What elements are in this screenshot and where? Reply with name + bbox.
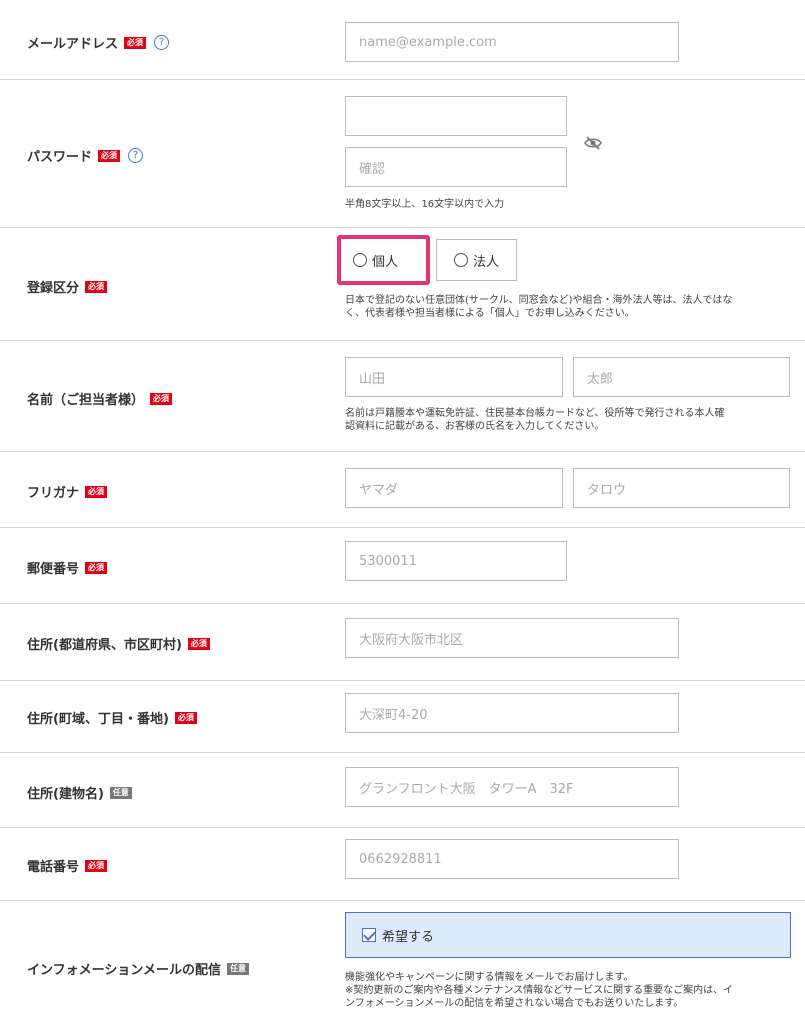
postal-code-input[interactable]: 5300011	[345, 541, 567, 581]
required-badge: 必須	[187, 637, 210, 650]
name-label: 名前（ご担当者様） 必須	[27, 389, 173, 408]
row-phone: 電話番号 必須 0662928811	[0, 828, 805, 901]
first-name-input[interactable]: 太郎	[573, 357, 790, 397]
radio-circle-icon	[454, 253, 468, 267]
checkbox-checked-icon	[362, 928, 376, 942]
row-password: パスワード 必須 ? 確認 半角8文字以上、16文字以内で入力	[0, 80, 805, 228]
row-address-street: 住所(町域、丁目・番地) 必須 大深町4-20	[0, 681, 805, 753]
address-building-input[interactable]: グランフロント大阪 タワーA 32F	[345, 767, 679, 807]
required-badge: 必須	[124, 36, 147, 49]
name-note: 名前は戸籍謄本や運転免許証、住民基本台帳カードなど、役所等で発行される本人確 認…	[345, 408, 725, 432]
row-address-prefecture: 住所(都道府県、市区町村) 必須 大阪府大阪市北区	[0, 604, 805, 681]
help-icon[interactable]: ?	[154, 35, 170, 50]
furigana-first-input[interactable]: タロウ	[573, 468, 790, 508]
postal-label: 郵便番号 必須	[27, 558, 108, 577]
radio-corporation[interactable]: 法人	[436, 239, 517, 281]
required-badge: 必須	[85, 280, 108, 293]
row-address-building: 住所(建物名) 任意 グランフロント大阪 タワーA 32F	[0, 753, 805, 828]
furigana-label: フリガナ 必須	[27, 482, 108, 501]
required-badge: 必須	[174, 711, 197, 724]
email-input[interactable]: name@example.com	[345, 22, 679, 62]
newsletter-checkbox[interactable]: 希望する	[345, 912, 791, 958]
radio-circle-icon	[353, 253, 367, 267]
password-confirm-input[interactable]: 確認	[345, 147, 567, 187]
email-label: メールアドレス 必須 ?	[27, 33, 170, 52]
row-postal: 郵便番号 必須 5300011	[0, 528, 805, 604]
optional-badge: 任意	[226, 962, 249, 975]
required-badge: 必須	[85, 561, 108, 574]
phone-input[interactable]: 0662928811	[345, 839, 679, 879]
help-icon[interactable]: ?	[128, 148, 144, 163]
optional-badge: 任意	[109, 786, 132, 799]
newsletter-label: インフォメーションメールの配信 任意	[27, 959, 249, 978]
eye-slash-icon[interactable]	[584, 136, 602, 150]
required-badge: 必須	[85, 485, 108, 498]
required-badge: 必須	[98, 149, 121, 162]
registration-note: 日本で登記のない任意団体(サークル、同窓会など)や組合・海外法人等は、法人ではな…	[345, 295, 733, 319]
row-name: 名前（ご担当者様） 必須 山田 太郎 名前は戸籍謄本や運転免許証、住民基本台帳カ…	[0, 341, 805, 452]
phone-label: 電話番号 必須	[27, 856, 108, 875]
row-furigana: フリガナ 必須 ヤマダ タロウ	[0, 452, 805, 528]
newsletter-note: 機能強化やキャンペーンに関する情報をメールでお届けします。 ※契約更新のご案内や…	[345, 972, 734, 1009]
radio-individual[interactable]: 個人	[337, 235, 430, 285]
required-badge: 必須	[85, 859, 108, 872]
row-email: メールアドレス 必須 ? name@example.com	[0, 0, 805, 80]
registration-form: メールアドレス 必須 ? name@example.com パスワード 必須 ?…	[0, 0, 805, 1024]
address-prefecture-input[interactable]: 大阪府大阪市北区	[345, 618, 679, 658]
furigana-last-input[interactable]: ヤマダ	[345, 468, 563, 508]
password-label: パスワード 必須 ?	[27, 146, 144, 165]
address-building-label: 住所(建物名) 任意	[27, 783, 132, 802]
registration-label: 登録区分 必須	[27, 277, 108, 296]
last-name-input[interactable]: 山田	[345, 357, 563, 397]
address-street-label: 住所(町域、丁目・番地) 必須	[27, 708, 197, 727]
row-registration-type: 登録区分 必須 個人 法人 日本で登記のない任意団体(サークル、同窓会など)や組…	[0, 228, 805, 341]
required-badge: 必須	[150, 392, 173, 405]
row-newsletter: インフォメーションメールの配信 任意 希望する 機能強化やキャンペーンに関する情…	[0, 901, 805, 1024]
password-note: 半角8文字以上、16文字以内で入力	[345, 199, 505, 210]
password-input[interactable]	[345, 96, 567, 136]
address-prefecture-label: 住所(都道府県、市区町村) 必須	[27, 634, 210, 653]
address-street-input[interactable]: 大深町4-20	[345, 693, 679, 733]
